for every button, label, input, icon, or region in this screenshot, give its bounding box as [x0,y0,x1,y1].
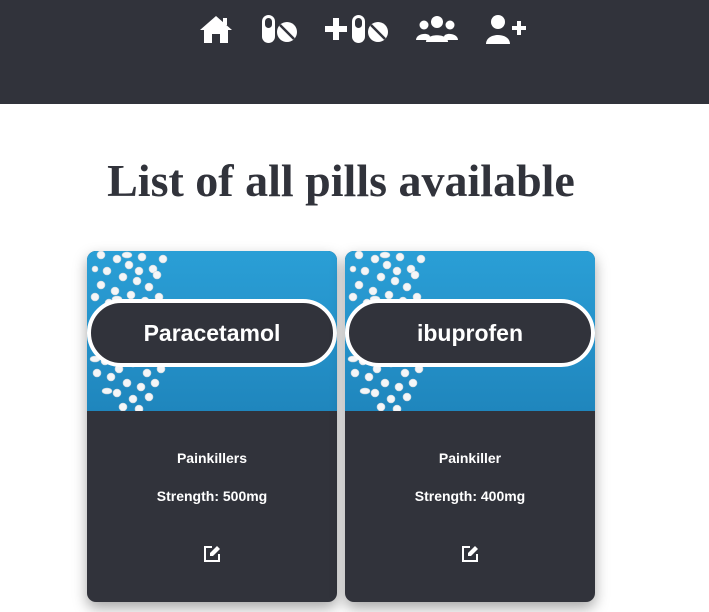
home-icon[interactable] [197,12,235,46]
pill-strength: Strength: 400mg [414,488,526,504]
pill-type: Painkillers [176,450,248,466]
nav-bar [0,12,709,46]
pill-strength: Strength: 500mg [156,488,268,504]
add-pill-icon[interactable] [325,12,391,46]
pill-card: Paracetamol Painkillers Strength: 500mg [87,251,337,602]
page-title: List of all pills available [107,155,575,206]
pill-card-image: Paracetamol [87,251,337,411]
edit-icon[interactable] [202,544,222,564]
users-icon[interactable] [416,12,458,46]
edit-icon[interactable] [460,544,480,564]
pills-icon[interactable] [260,12,298,46]
add-user-icon[interactable] [485,12,527,46]
pill-name-badge: ibuprofen [345,299,595,367]
pill-type: Painkiller [438,450,502,466]
pill-card: ibuprofen Painkiller Strength: 400mg [345,251,595,602]
pill-card-image: ibuprofen [345,251,595,411]
pill-name-badge: Paracetamol [87,299,337,367]
top-navbar [0,0,709,104]
